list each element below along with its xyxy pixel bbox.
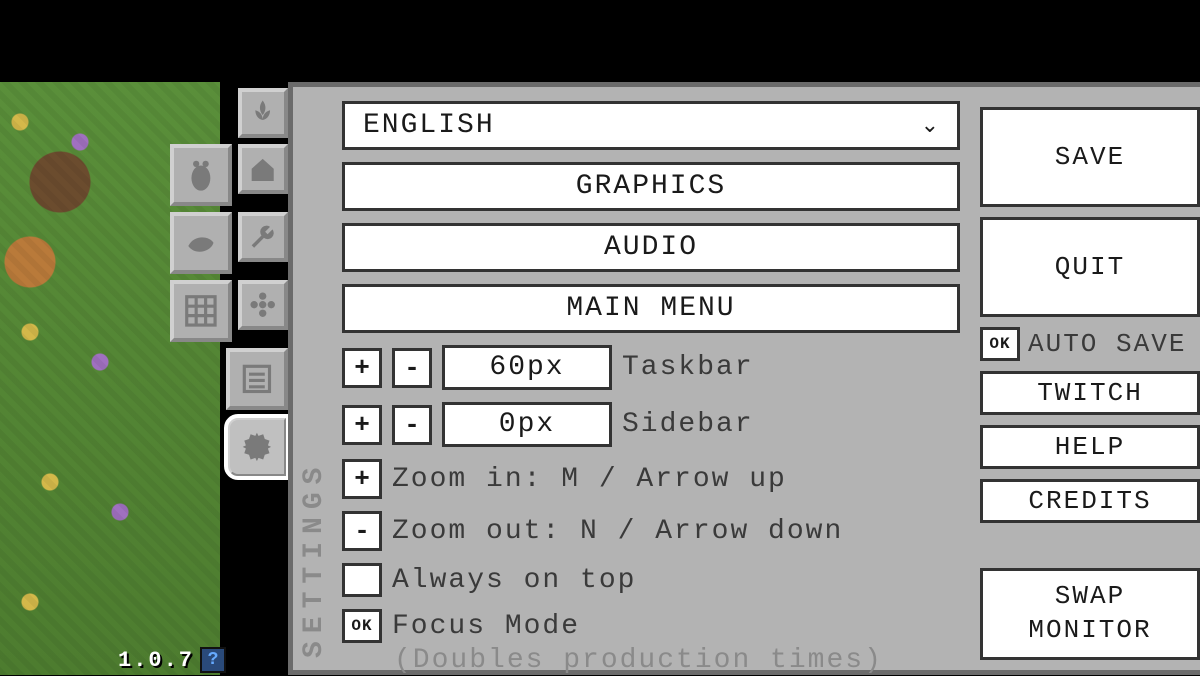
barn-icon[interactable] [238,144,288,194]
flower-icon[interactable] [238,280,288,330]
sidebar-row: + - 0px Sidebar [342,402,960,447]
zoom-in-button[interactable]: + [342,459,382,499]
always-on-top-row: OK Always on top [342,563,960,597]
credits-button[interactable]: CREDITS [980,479,1200,523]
taskbar-plus-button[interactable]: + [342,348,382,388]
list-icon[interactable] [226,348,288,410]
swap-monitor-line1: SWAP [1055,580,1125,614]
always-on-top-label: Always on top [392,565,636,596]
always-on-top-checkbox[interactable]: OK [342,563,382,597]
language-selected: ENGLISH [363,110,495,141]
zoom-in-label: Zoom in: M / Arrow up [392,464,787,495]
sidebar-icon-column [148,88,288,666]
graphics-button[interactable]: GRAPHICS [342,162,960,211]
auto-save-row: OK AUTO SAVE [980,327,1200,361]
panel-right-column: SAVE QUIT OK AUTO SAVE TWITCH HELP CREDI… [970,87,1200,670]
panel-title: SETTINGS [293,450,332,670]
auto-save-label: AUTO SAVE [1028,329,1186,359]
taskbar-row: + - 60px Taskbar [342,345,960,390]
save-button[interactable]: SAVE [980,107,1200,207]
taskbar-value: 60px [442,345,612,390]
sidebar-value: 0px [442,402,612,447]
focus-mode-note: (Doubles production times) [342,645,960,676]
language-dropdown[interactable]: ENGLISH ⌄ [342,101,960,150]
settings-panel: SETTINGS ENGLISH ⌄ GRAPHICS AUDIO MAIN M… [288,82,1200,675]
focus-mode-label: Focus Mode [392,611,580,642]
bee-icon[interactable] [170,144,232,206]
audio-button[interactable]: AUDIO [342,223,960,272]
zoom-out-button[interactable]: - [342,511,382,551]
swap-monitor-line2: MONITOR [1028,614,1151,648]
panel-main-column: ENGLISH ⌄ GRAPHICS AUDIO MAIN MENU + - 6… [332,87,970,670]
auto-save-checkbox[interactable]: OK [980,327,1020,361]
taskbar-label: Taskbar [622,352,754,383]
help-button[interactable]: HELP [980,425,1200,469]
zoom-out-label: Zoom out: N / Arrow down [392,516,843,547]
zoom-out-row: - Zoom out: N / Arrow down [342,511,960,551]
bird-icon[interactable] [170,212,232,274]
zoom-in-row: + Zoom in: M / Arrow up [342,459,960,499]
sidebar-minus-button[interactable]: - [392,405,432,445]
focus-mode-checkbox[interactable]: OK [342,609,382,643]
sidebar-plus-button[interactable]: + [342,405,382,445]
quit-button[interactable]: QUIT [980,217,1200,317]
focus-mode-row: OK Focus Mode [342,609,960,643]
chevron-down-icon: ⌄ [921,113,941,139]
twitch-button[interactable]: TWITCH [980,371,1200,415]
swap-monitor-button[interactable]: SWAP MONITOR [980,568,1200,660]
main-menu-button[interactable]: MAIN MENU [342,284,960,333]
grid-icon[interactable] [170,280,232,342]
sidebar-label: Sidebar [622,409,754,440]
plant-icon[interactable] [238,88,288,138]
wrench-icon[interactable] [238,212,288,262]
gear-icon[interactable] [226,416,288,478]
taskbar-minus-button[interactable]: - [392,348,432,388]
